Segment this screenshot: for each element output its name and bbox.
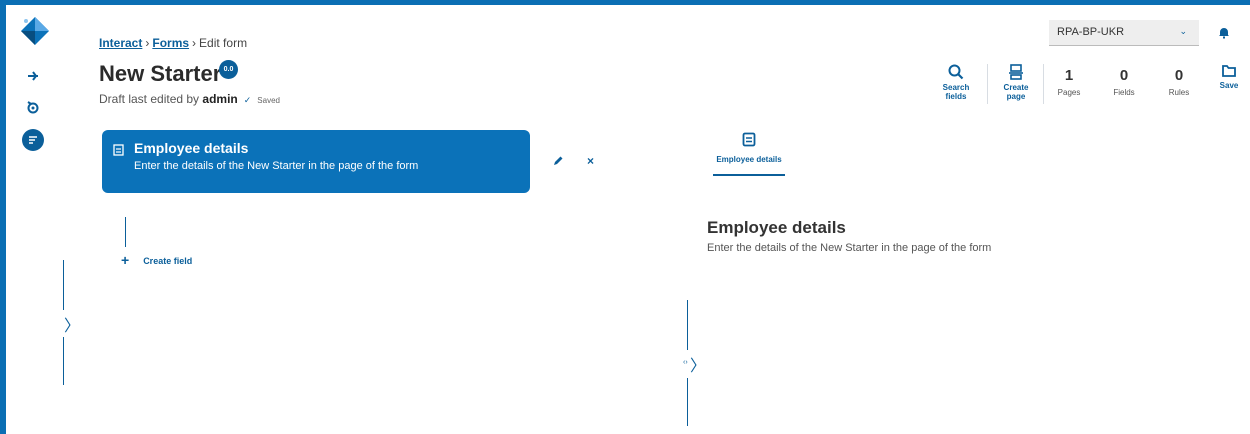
fields-value: 0	[1119, 67, 1129, 84]
version-badge: 0.0	[219, 60, 238, 79]
check-icon: ✓	[243, 95, 252, 105]
breadcrumb-separator: ›	[192, 36, 197, 50]
rules-value: 0	[1174, 67, 1184, 84]
draft-prefix: Draft last edited by	[99, 92, 200, 106]
interact-icon[interactable]	[24, 67, 42, 85]
create-field-button[interactable]: + Create field	[121, 252, 192, 268]
fields-count: 0 Fields	[1104, 67, 1144, 97]
edit-page-button[interactable]	[552, 154, 564, 172]
pencil-icon	[554, 156, 563, 165]
preview-page-title: Employee details	[707, 218, 846, 237]
breadcrumb-interact-link[interactable]: Interact	[99, 36, 142, 50]
preview-page-description: Enter the details of the New Starter in …	[707, 242, 992, 254]
breadcrumb-forms-link[interactable]: Forms	[152, 36, 189, 50]
create-field-label: Create field	[143, 256, 193, 266]
expand-panel-handle[interactable]: 〉	[64, 312, 80, 336]
breadcrumb: Interact › Forms › Edit form	[99, 36, 247, 50]
search-icon	[948, 64, 964, 80]
toolbar-divider	[1043, 64, 1044, 104]
page-title: New Starter	[99, 61, 222, 86]
pages-label: Pages	[1057, 88, 1081, 97]
document-icon	[113, 143, 124, 161]
draft-status: Draft last edited by admin ✓ Saved	[99, 92, 280, 106]
preview-divider-line	[687, 300, 688, 350]
create-page-label-1: Create	[1003, 83, 1029, 92]
pages-count: 1 Pages	[1049, 67, 1089, 97]
panel-divider-line	[63, 337, 64, 385]
breadcrumb-current: Edit form	[199, 36, 248, 50]
notification-bell-icon[interactable]	[1218, 26, 1230, 44]
chevron-down-icon: ⌄	[1179, 26, 1187, 36]
panel-divider-line	[63, 260, 64, 310]
collapse-preview-handle[interactable]: 〉	[690, 352, 706, 376]
gear-refresh-icon[interactable]	[24, 98, 42, 116]
page-card-description: Enter the details of the New Starter in …	[134, 160, 419, 172]
environment-value: RPA-BP-UKR	[1057, 26, 1125, 38]
preview-tab-employee-details[interactable]: Employee details	[713, 132, 785, 176]
search-fields-label-1: Search	[942, 83, 970, 92]
preview-divider-line	[687, 378, 688, 426]
search-fields-label-2: fields	[945, 92, 967, 101]
draft-user: admin	[202, 92, 238, 106]
create-page-icon	[1009, 64, 1023, 80]
create-page-label-2: page	[1006, 92, 1026, 101]
pages-value: 1	[1064, 67, 1074, 84]
tab-active-indicator	[713, 174, 785, 176]
preview-tab-label: Employee details	[716, 155, 782, 164]
saved-status: Saved	[257, 96, 280, 105]
resize-handle-icon[interactable]: ‹›	[683, 359, 688, 366]
rules-label: Rules	[1168, 88, 1190, 97]
delete-page-button[interactable]: ×	[587, 154, 594, 168]
plus-icon: +	[121, 252, 130, 268]
logo-icon[interactable]	[18, 14, 52, 48]
document-icon	[742, 132, 756, 147]
search-fields-button[interactable]: Search fields	[940, 64, 972, 101]
fields-label: Fields	[1113, 88, 1135, 97]
environment-select[interactable]: RPA-BP-UKR ⌄	[1049, 20, 1199, 46]
field-connector-line	[125, 217, 126, 247]
top-border	[0, 0, 1250, 5]
save-label: Save	[1219, 81, 1239, 90]
forms-icon[interactable]	[22, 129, 44, 151]
create-page-button[interactable]: Create page	[1000, 64, 1032, 101]
folder-icon	[1222, 65, 1236, 77]
breadcrumb-separator: ›	[145, 36, 150, 50]
save-button[interactable]: Save	[1215, 64, 1243, 90]
page-card-employee-details[interactable]: Employee details Enter the details of th…	[102, 130, 530, 193]
page-card-title: Employee details	[134, 140, 249, 156]
left-border	[0, 0, 6, 434]
toolbar-divider	[987, 64, 988, 104]
rules-count: 0 Rules	[1159, 67, 1199, 97]
